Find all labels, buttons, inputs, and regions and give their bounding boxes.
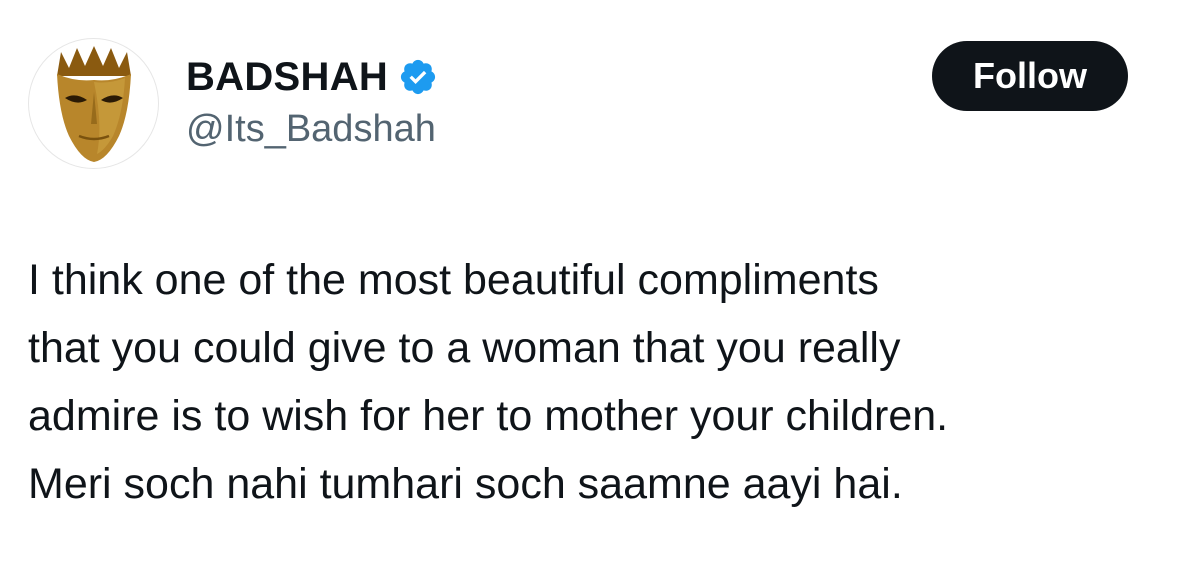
author-handle[interactable]: @Its_Badshah (186, 107, 436, 153)
tweet-text-line: Meri soch nahi tumhari soch saamne aayi … (28, 460, 903, 508)
tweet-text: I think one of the most beautiful compli… (28, 246, 1158, 518)
follow-button[interactable]: Follow (932, 41, 1128, 111)
tweet-text-line: I think one of the most beautiful compli… (28, 256, 879, 304)
tweet-card: BADSHAH @Its_Badshah Follow I think one … (0, 0, 1179, 563)
author-name-row: BADSHAH (186, 52, 438, 102)
gold-mask-crown-icon (56, 45, 131, 162)
tweet-text-line: admire is to wish for her to mother your… (28, 392, 949, 440)
verified-badge-icon[interactable] (398, 57, 438, 97)
avatar[interactable] (28, 38, 159, 169)
author-display-name[interactable]: BADSHAH (186, 57, 388, 97)
tweet-text-line: that you could give to a woman that you … (28, 324, 901, 372)
